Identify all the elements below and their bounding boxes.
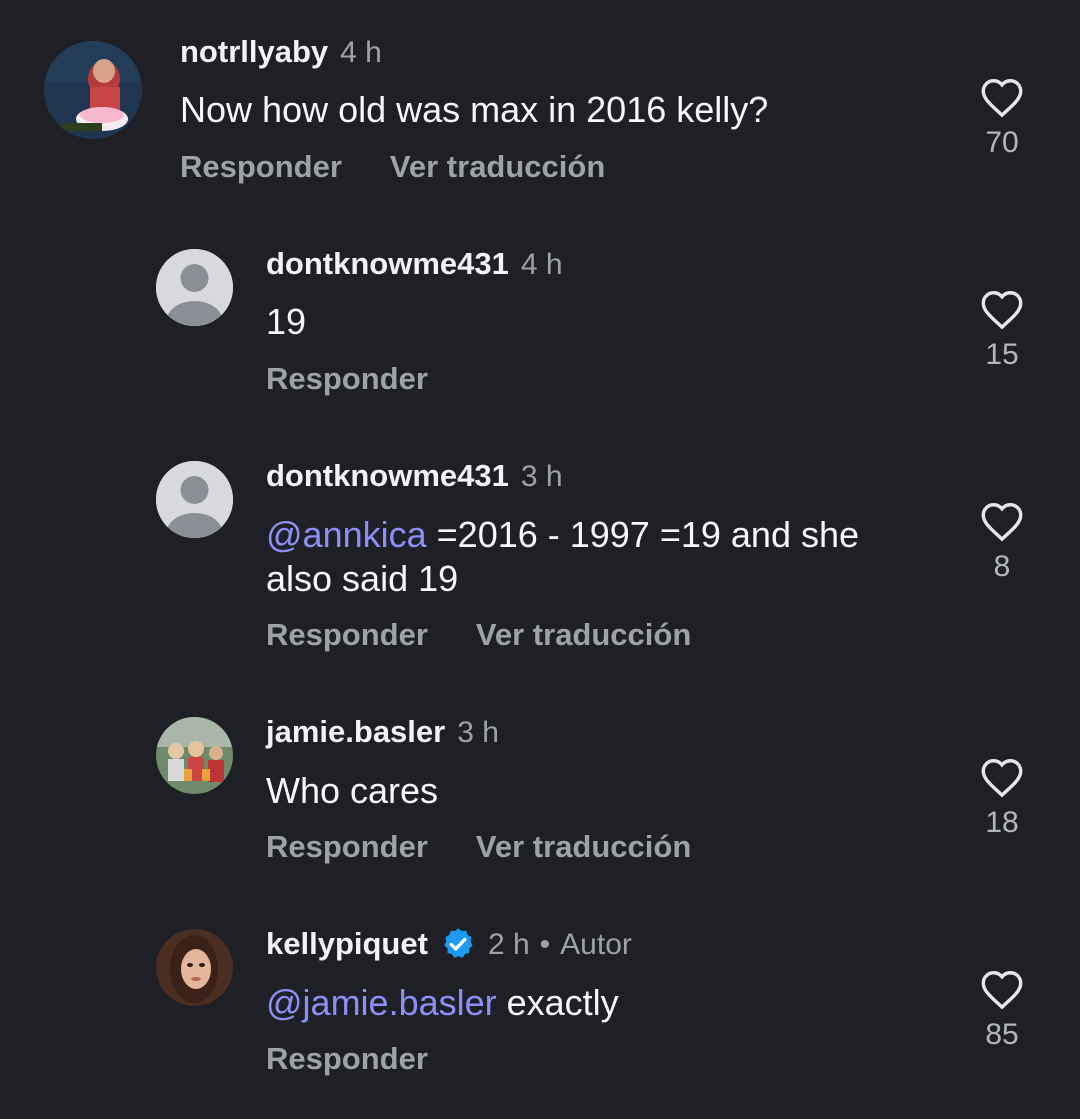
like-count: 70 [985,126,1019,159]
avatar[interactable] [156,461,233,538]
username[interactable]: notrllyaby [180,34,328,70]
heart-icon[interactable] [979,756,1025,798]
reply-button[interactable]: Responder [266,829,428,865]
avatar[interactable] [156,249,233,326]
reply-button[interactable]: Responder [266,617,428,653]
author-badge: Autor [560,928,632,961]
verified-badge-icon [440,926,476,962]
reply-button[interactable]: Responder [266,361,428,397]
timestamp: 2 h [487,928,530,961]
avatar[interactable] [156,929,233,1006]
heart-icon[interactable] [979,968,1025,1010]
like-count: 8 [993,550,1011,583]
timestamp: 3 h [520,460,563,493]
heart-icon[interactable] [979,500,1025,542]
username[interactable]: dontknowme431 [266,246,509,282]
comment-text: Now how old was max in 2016 kelly? [180,89,769,130]
translate-button[interactable]: Ver traducción [390,149,605,185]
username[interactable]: kellypiquet [266,926,428,962]
timestamp: 4 h [340,36,382,69]
reply-button[interactable]: Responder [266,1041,428,1077]
separator-dot: • [539,928,551,961]
mention-link[interactable]: @annkica [266,514,427,555]
mention-link[interactable]: @jamie.basler [266,982,497,1023]
like-count: 15 [985,338,1019,371]
translate-button[interactable]: Ver traducción [476,617,691,653]
username[interactable]: jamie.basler [266,714,445,750]
comment-text: Who cares [266,770,439,811]
heart-icon[interactable] [979,76,1025,118]
reply-button[interactable]: Responder [180,149,342,185]
like-count: 18 [985,806,1019,839]
default-user-icon [156,249,233,326]
avatar[interactable] [44,41,142,139]
comment-text: @jamie.basler exactly [266,982,619,1023]
timestamp: 3 h [457,716,499,749]
username[interactable]: dontknowme431 [266,458,509,494]
comment-text: @annkica =2016 - 1997 =19 and she also s… [266,514,860,599]
default-user-icon [156,461,233,538]
like-count: 85 [985,1018,1019,1051]
timestamp: 4 h [520,248,563,281]
comment-text: 19 [266,301,307,342]
translate-button[interactable]: Ver traducción [476,829,691,865]
avatar[interactable] [156,717,233,794]
heart-icon[interactable] [979,288,1025,330]
